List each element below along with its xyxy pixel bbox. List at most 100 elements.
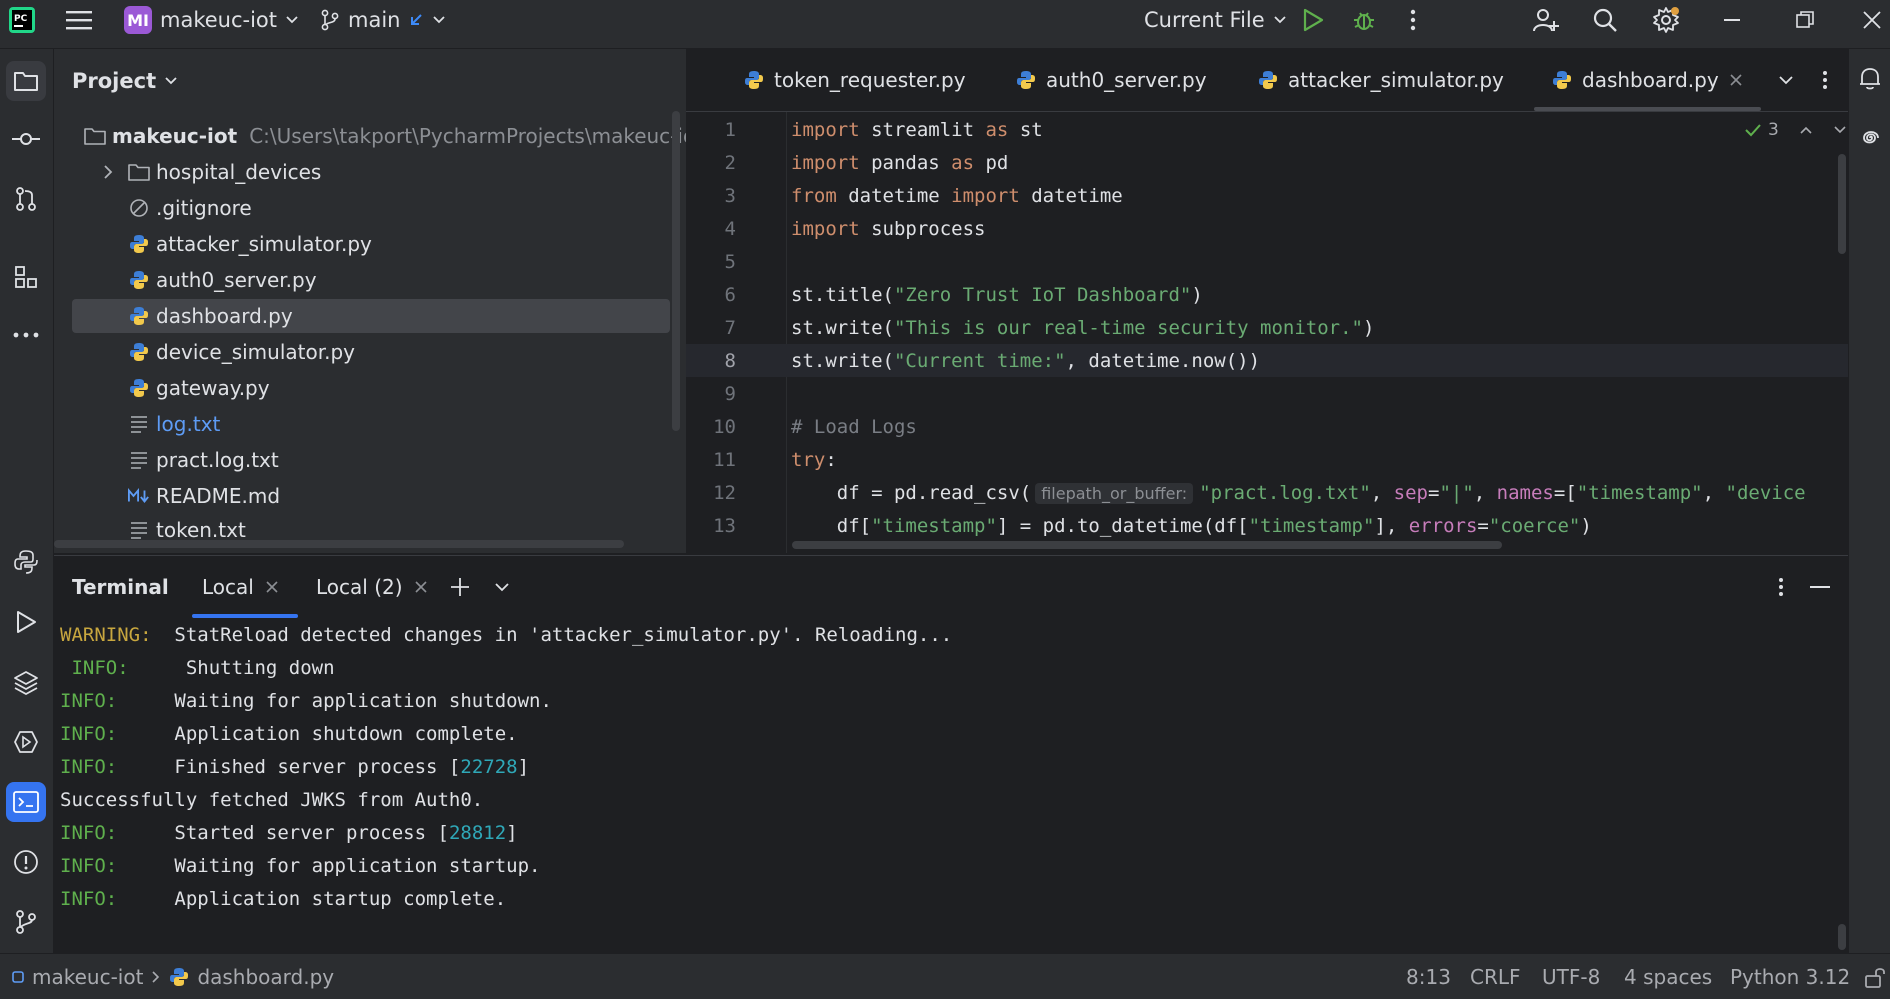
log-text: Finished server process [ [117, 756, 461, 778]
project-tool-folder-icon[interactable] [6, 61, 46, 101]
code-editor[interactable]: 3 1 import streamlit as st 2 import pand… [686, 112, 1848, 553]
search-icon[interactable] [1592, 0, 1618, 40]
terminal-line: WARNING: StatReload detected changes in … [60, 624, 952, 646]
tab-token-requester[interactable]: token_requester.py [744, 49, 966, 111]
tree-item-hospital-devices[interactable]: hospital_devices [102, 155, 670, 189]
log-level: INFO: [60, 888, 118, 910]
tree-item-gitignore[interactable]: .gitignore [128, 191, 670, 225]
chevron-down-icon [433, 16, 446, 24]
code-line: 10 # Load Logs [686, 410, 1848, 443]
file-encoding[interactable]: UTF-8 [1542, 954, 1600, 999]
caret-position[interactable]: 8:13 [1406, 954, 1451, 999]
project-panel-header[interactable]: Project [72, 69, 178, 93]
terminal-more-icon[interactable] [1778, 556, 1784, 618]
app-logo-icon[interactable]: PC [8, 0, 36, 40]
structure-icon[interactable] [6, 257, 46, 297]
horizontal-scrollbar[interactable] [54, 540, 624, 548]
line-number: 8 [724, 349, 736, 372]
unlocked-lock-icon[interactable] [1864, 954, 1886, 999]
folder-icon [84, 125, 106, 147]
code-token: "|" [1439, 481, 1474, 504]
commit-icon[interactable] [6, 119, 46, 159]
tree-item-gateway[interactable]: gateway.py [128, 371, 670, 405]
tree-item-device-simulator[interactable]: device_simulator.py [128, 335, 670, 369]
log-text: Successfully fetched JWKS from Auth0. [60, 789, 484, 811]
terminal-options-chevron-down-icon[interactable] [494, 556, 510, 618]
python-interpreter[interactable]: Python 3.12 [1730, 954, 1850, 999]
more-tools-icon[interactable] [6, 315, 46, 355]
line-number: 5 [724, 250, 736, 273]
close-tab-icon[interactable] [266, 581, 278, 593]
python-console-icon[interactable] [6, 542, 46, 582]
main-menu-icon[interactable] [66, 0, 92, 40]
code-token: ] = pd.to_datetime(df[ [996, 514, 1249, 537]
problems-icon[interactable] [6, 842, 46, 882]
breadcrumb-file[interactable]: dashboard.py [197, 965, 334, 989]
editor-more-icon[interactable] [1822, 49, 1828, 111]
tree-item-dashboard[interactable]: dashboard.py [72, 299, 670, 333]
status-bar: makeuc-iot dashboard.py 8:13 CRLF UTF-8 … [0, 953, 1890, 999]
pull-requests-icon[interactable] [6, 179, 46, 219]
ai-assistant-spiral-icon[interactable] [1857, 125, 1883, 151]
branch-switcher[interactable]: main [320, 0, 446, 40]
indent-setting[interactable]: 4 spaces [1624, 954, 1712, 999]
terminal-line: INFO: Application shutdown complete. [60, 723, 518, 745]
terminal-scrollbar[interactable] [1838, 924, 1846, 950]
git-icon[interactable] [6, 902, 46, 942]
tree-item-readme[interactable]: README.md [128, 479, 670, 513]
minimize-window-icon[interactable] [1724, 0, 1742, 40]
tree-item-log-txt[interactable]: log.txt [128, 407, 670, 441]
tab-auth0-server[interactable]: auth0_server.py [1016, 49, 1207, 111]
close-window-icon[interactable] [1862, 0, 1882, 40]
notifications-bell-icon[interactable] [1857, 65, 1883, 91]
breadcrumb-project[interactable]: makeuc-iot [32, 965, 143, 989]
tab-terminal-local[interactable]: Local [192, 556, 298, 618]
tree-root[interactable]: makeuc-iot C:\Users\takport\PycharmProje… [76, 119, 703, 153]
terminal-line: INFO: Started server process [28812] [60, 822, 518, 844]
services-icon[interactable] [6, 722, 46, 762]
code-token: "Current time:" [893, 349, 1066, 372]
debug-button[interactable] [1352, 0, 1376, 40]
python-file-icon [128, 233, 150, 255]
branch-name: main [348, 8, 401, 32]
run-button[interactable] [1302, 0, 1324, 40]
more-actions-icon[interactable] [1410, 0, 1416, 40]
layers-icon[interactable] [6, 662, 46, 702]
close-tab-icon[interactable] [1729, 73, 1743, 87]
settings-gear-icon[interactable] [1652, 0, 1680, 40]
tree-item-attacker-simulator[interactable]: attacker_simulator.py [128, 227, 670, 261]
chevron-down-icon [1779, 76, 1793, 85]
python-file-icon [169, 967, 189, 987]
new-terminal-plus-icon[interactable] [450, 556, 470, 618]
editor-horizontal-scrollbar[interactable] [792, 541, 1502, 549]
code-token: subprocess [859, 217, 986, 240]
code-token: pd [974, 151, 1009, 174]
tree-item-label: log.txt [156, 412, 221, 436]
terminal-tool-icon[interactable] [6, 782, 46, 822]
log-level: INFO: [60, 756, 118, 778]
line-separator[interactable]: CRLF [1470, 954, 1521, 999]
tree-item-label: .gitignore [156, 196, 252, 220]
terminal-line: Successfully fetched JWKS from Auth0. [60, 789, 483, 811]
code-token: : [825, 448, 837, 471]
restore-window-icon[interactable] [1796, 0, 1814, 40]
svg-text:PC: PC [14, 14, 28, 24]
log-level: INFO: [60, 657, 129, 679]
run-tool-icon[interactable] [6, 602, 46, 642]
tree-item-pract-log-txt[interactable]: pract.log.txt [128, 443, 670, 477]
text-file-icon [128, 449, 150, 471]
tree-item-label: gateway.py [156, 376, 270, 400]
vertical-scrollbar[interactable] [672, 111, 680, 431]
bug-icon [1354, 12, 1374, 30]
close-tab-icon[interactable] [414, 581, 427, 593]
tab-dashboard[interactable]: dashboard.py [1534, 49, 1761, 111]
tree-item-auth0-server[interactable]: auth0_server.py [128, 263, 670, 297]
hide-panel-minimize-icon[interactable] [1810, 556, 1830, 618]
project-switcher[interactable]: MI makeuc-iot [124, 0, 299, 40]
tab-attacker-simulator[interactable]: attacker_simulator.py [1258, 49, 1504, 111]
tab-list-dropdown[interactable] [1778, 49, 1794, 111]
tab-terminal-local-2[interactable]: Local (2) [316, 556, 427, 618]
log-level: INFO: [60, 822, 118, 844]
run-config-selector[interactable]: Current File [1144, 0, 1287, 40]
add-user-icon[interactable] [1532, 0, 1560, 40]
